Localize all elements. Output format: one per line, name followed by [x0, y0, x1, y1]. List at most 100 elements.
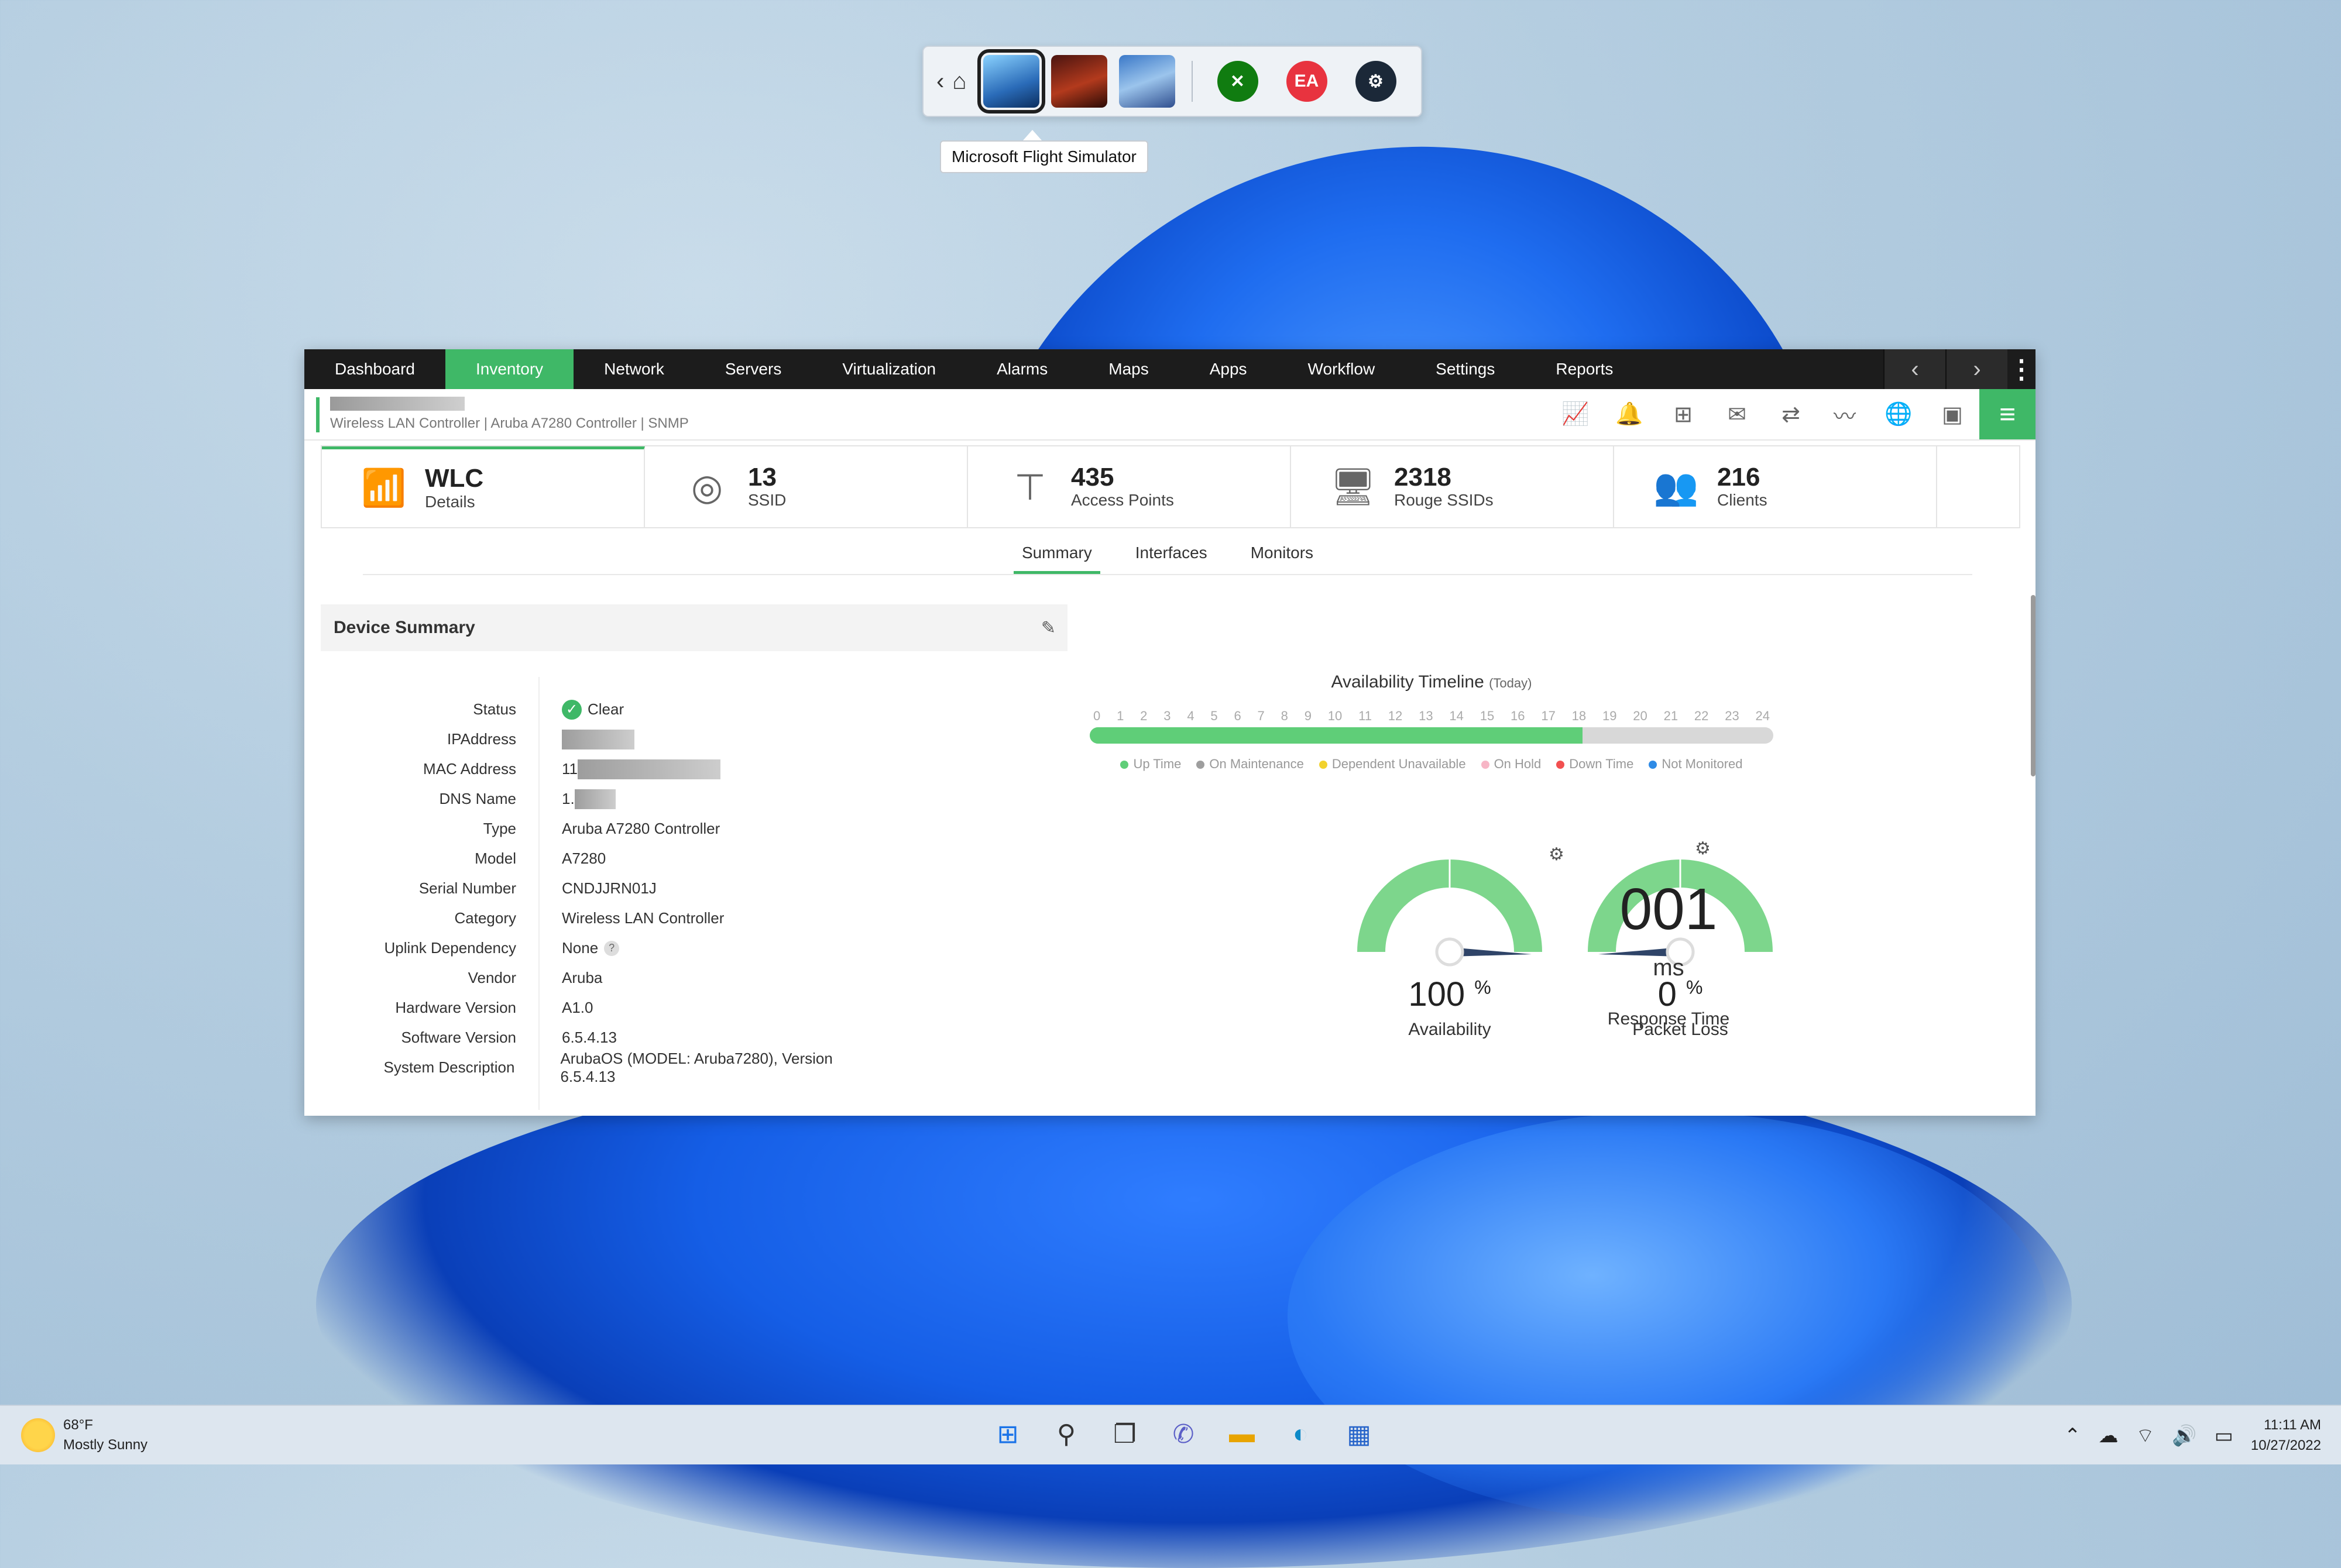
game-tile-2[interactable] [1051, 55, 1107, 108]
field-key: Status [473, 700, 516, 718]
card-access-points[interactable]: ⊤ 435 Access Points [968, 446, 1291, 527]
alarm-icon[interactable]: 🔔 [1602, 389, 1656, 439]
timeline-title: Availability Timeline (Today) [1086, 672, 1777, 692]
edit-icon[interactable]: ✎ [1041, 618, 1056, 638]
sun-icon [21, 1418, 55, 1452]
globe-icon[interactable]: 🌐 [1872, 389, 1925, 439]
store-icon[interactable]: ▦ [1341, 1416, 1377, 1452]
tab-reports[interactable]: Reports [1525, 349, 1643, 389]
weather-condition: Mostly Sunny [63, 1436, 148, 1453]
timeline-hour-label: 0 [1093, 709, 1101, 723]
task-view-icon[interactable]: ❐ [1107, 1416, 1142, 1452]
link-icon[interactable]: ⇄ [1764, 389, 1818, 439]
edge-icon[interactable]: ◐ [1283, 1416, 1318, 1452]
hamburger-menu-icon[interactable]: ≡ [1979, 389, 2035, 439]
search-icon[interactable]: ⚲ [1049, 1416, 1084, 1452]
scroll-left-icon[interactable]: ‹ [1883, 349, 1945, 389]
help-icon[interactable]: ? [604, 940, 620, 956]
timeline-bar[interactable] [1090, 727, 1773, 744]
timeline-hour-label: 8 [1281, 709, 1288, 723]
tab-network[interactable]: Network [574, 349, 695, 389]
device-accent-bar [316, 397, 320, 432]
scroll-right-icon[interactable]: › [1945, 349, 2007, 389]
clock-date: 10/27/2022 [2250, 1437, 2321, 1453]
timeline-hour-label: 6 [1234, 709, 1241, 723]
xbox-icon[interactable]: ✕ [1217, 61, 1258, 102]
tab-virtualization[interactable]: Virtualization [812, 349, 966, 389]
timeline-hours: 0 1 2 3 4 5 6 7 8 9 10 11 12 13 14 15 16 17 18 19 20 21 22 23 24 [1093, 709, 1770, 724]
weather-widget[interactable]: 68°F Mostly Sunny [21, 1415, 147, 1454]
top-navigation: Dashboard Inventory Network Servers Virt… [304, 349, 2035, 389]
ea-icon[interactable]: EA [1286, 61, 1327, 102]
game-launcher-bar: ‹ ⌂ ✕ EA ⚙ [922, 46, 1422, 117]
tab-alarms[interactable]: Alarms [966, 349, 1078, 389]
card-clients[interactable]: 👥 216 Clients [1614, 446, 1937, 527]
forza-tile[interactable] [1118, 55, 1175, 108]
start-icon[interactable]: ⊞ [990, 1416, 1025, 1452]
redacted-block [574, 789, 616, 809]
card-wlc[interactable]: 📶 WLC Details [322, 446, 645, 527]
legend-dot [1649, 761, 1657, 769]
field-row: Hardware Version A1.0 [304, 993, 890, 1023]
card-ssid[interactable]: ◎ 13 SSID [645, 446, 968, 527]
field-key: Category [454, 909, 517, 927]
field-key: IPAddress [447, 730, 516, 748]
timeline-hour-label: 15 [1480, 709, 1495, 723]
card-label: Clients [1717, 491, 1767, 510]
chat-icon[interactable]: ✆ [1166, 1416, 1201, 1452]
timeline-hour-label: 7 [1257, 709, 1265, 723]
settings-icon[interactable]: ⚙ [1549, 844, 1564, 865]
scrollbar[interactable] [2031, 595, 2035, 776]
terminal-icon[interactable]: ▣ [1925, 389, 1979, 439]
field-row: Vendor Aruba [304, 963, 890, 993]
tab-maps[interactable]: Maps [1078, 349, 1179, 389]
field-row: DNS Name 1. [304, 784, 890, 814]
field-value: Aruba A7280 Controller [562, 820, 720, 837]
battery-icon[interactable]: ▭ [2215, 1424, 2233, 1447]
availability-timeline: Availability Timeline (Today) 0123456789… [1086, 672, 1777, 772]
response-time-value: 001 [1619, 876, 1718, 942]
card-value: WLC [425, 464, 484, 493]
availability-gauge: 100 % Availability [1353, 852, 1546, 1040]
field-value: A7280 [562, 850, 606, 867]
tab-dashboard[interactable]: Dashboard [304, 349, 445, 389]
flight-simulator-tile[interactable] [977, 49, 1045, 114]
trend-icon[interactable]: 〰 [1818, 389, 1872, 439]
cloud-icon[interactable]: ☁ [2098, 1424, 2118, 1447]
field-key: Uplink Dependency [384, 939, 516, 957]
file-explorer-icon[interactable]: ▬ [1224, 1416, 1259, 1452]
field-value: ArubaOS (MODEL: Aruba7280), Version 6.5.… [560, 1049, 833, 1085]
tab-workflow[interactable]: Workflow [1278, 349, 1406, 389]
chevron-up-icon[interactable]: ⌃ [2064, 1424, 2081, 1447]
tab-apps[interactable]: Apps [1179, 349, 1278, 389]
back-icon[interactable]: ‹ [936, 68, 944, 95]
tab-servers[interactable]: Servers [695, 349, 812, 389]
more-options-icon[interactable]: ⋮ [2007, 349, 2035, 389]
steam-icon[interactable]: ⚙ [1355, 61, 1396, 102]
clock[interactable]: 11:11 AM 10/27/2022 [2251, 1415, 2321, 1456]
wifi-monitor-icon: 🖥 [1330, 466, 1377, 507]
taskbar: 68°F Mostly Sunny ⊞ ⚲ ❐ ✆ ▬ ◐ ▦ ⌃ ☁ ⌔ 🔊 … [0, 1405, 2341, 1464]
timeline-title-text: Availability Timeline [1331, 672, 1484, 692]
field-value: 11 [562, 759, 720, 779]
gauge-number: 100 [1408, 975, 1465, 1013]
tab-inventory[interactable]: Inventory [445, 349, 574, 389]
field-value: ✓ Clear [562, 699, 624, 720]
field-row: Model A7280 [304, 844, 890, 874]
wifi-icon[interactable]: ⌔ [2136, 1423, 2154, 1448]
card-rouge-ssids[interactable]: 🖥 2318 Rouge SSIDs [1291, 446, 1614, 527]
card-value: 435 [1071, 462, 1114, 491]
legend-dot [1319, 761, 1327, 769]
subtab-summary[interactable]: Summary [1013, 541, 1100, 574]
topology-icon[interactable]: ⊞ [1656, 389, 1710, 439]
subtab-monitors[interactable]: Monitors [1242, 541, 1321, 574]
mac-prefix: 11 [562, 760, 578, 778]
timeline-hour-label: 16 [1511, 709, 1525, 723]
device-name-redacted [330, 397, 465, 411]
home-icon[interactable]: ⌂ [952, 68, 966, 95]
tab-settings[interactable]: Settings [1405, 349, 1525, 389]
mail-icon[interactable]: ✉ [1710, 389, 1764, 439]
volume-icon[interactable]: 🔊 [2172, 1424, 2196, 1447]
chart-icon[interactable]: 📈 [1549, 389, 1602, 439]
subtab-interfaces[interactable]: Interfaces [1127, 541, 1216, 574]
